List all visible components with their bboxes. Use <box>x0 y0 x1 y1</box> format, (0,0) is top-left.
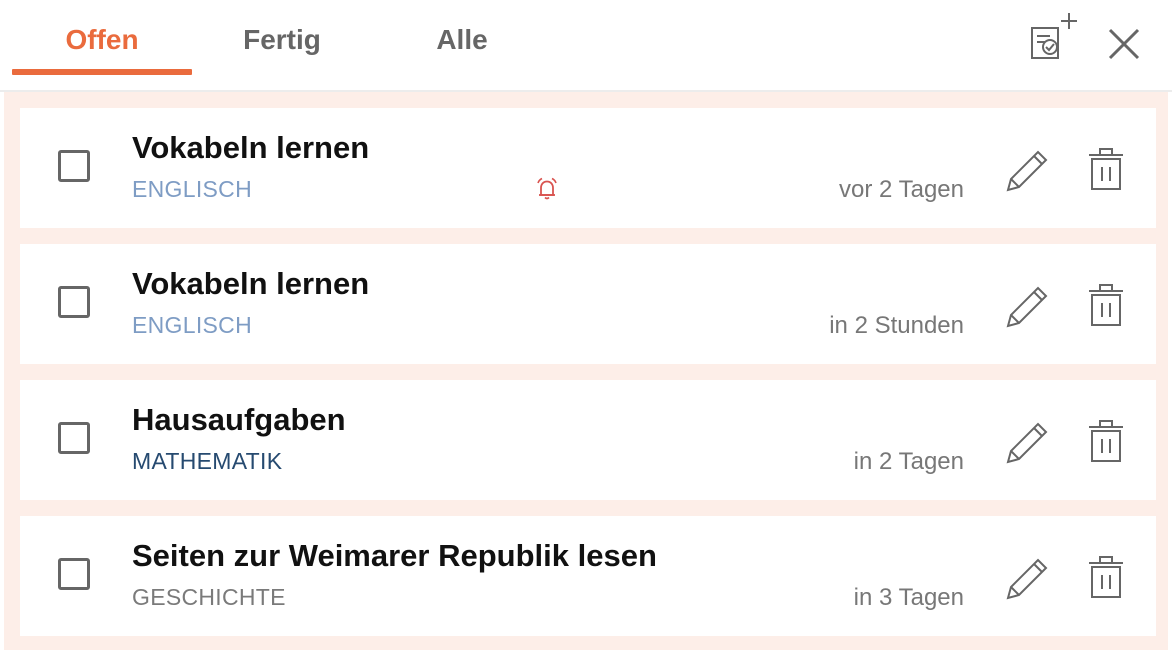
task-title: Seiten zur Weimarer Republik lesen <box>132 538 657 573</box>
task-item: Seiten zur Weimarer Republik lesen GESCH… <box>20 516 1156 636</box>
delete-trash-icon[interactable] <box>1086 146 1126 192</box>
task-header: Offen Fertig Alle <box>0 0 1172 92</box>
add-task-icon[interactable] <box>1026 10 1082 62</box>
task-title: Vokabeln lernen <box>132 130 370 165</box>
task-due-date: vor 2 Tagen <box>839 176 964 203</box>
task-checkbox[interactable] <box>58 286 90 318</box>
task-subject: ENGLISCH <box>132 312 252 338</box>
task-item: Hausaufgaben MATHEMATIK in 2 Tagen <box>20 380 1156 500</box>
tab-alle[interactable]: Alle <box>372 24 552 64</box>
task-subject: MATHEMATIK <box>132 448 283 474</box>
alarm-icon <box>534 176 560 202</box>
task-list: Vokabeln lernen ENGLISCH vor 2 Tagen Vok… <box>4 92 1168 650</box>
delete-trash-icon[interactable] <box>1086 282 1126 328</box>
task-checkbox[interactable] <box>58 558 90 590</box>
task-title: Vokabeln lernen <box>132 266 370 301</box>
active-tab-indicator <box>12 69 192 75</box>
edit-pencil-icon[interactable] <box>1002 418 1052 468</box>
task-due-date: in 2 Stunden <box>829 312 964 339</box>
edit-pencil-icon[interactable] <box>1002 282 1052 332</box>
delete-trash-icon[interactable] <box>1086 554 1126 600</box>
task-subject: GESCHICHTE <box>132 584 286 610</box>
delete-trash-icon[interactable] <box>1086 418 1126 464</box>
task-subject: ENGLISCH <box>132 176 252 202</box>
task-due-date: in 3 Tagen <box>853 584 964 611</box>
tab-fertig[interactable]: Fertig <box>192 24 372 64</box>
task-due-date: in 2 Tagen <box>853 448 964 475</box>
edit-pencil-icon[interactable] <box>1002 146 1052 196</box>
edit-pencil-icon[interactable] <box>1002 554 1052 604</box>
task-title: Hausaufgaben <box>132 402 346 437</box>
tab-offen[interactable]: Offen <box>12 24 192 64</box>
task-item: Vokabeln lernen ENGLISCH vor 2 Tagen <box>20 108 1156 228</box>
task-checkbox[interactable] <box>58 422 90 454</box>
task-checkbox[interactable] <box>58 150 90 182</box>
task-item: Vokabeln lernen ENGLISCH in 2 Stunden <box>20 244 1156 364</box>
close-icon[interactable] <box>1106 26 1142 62</box>
